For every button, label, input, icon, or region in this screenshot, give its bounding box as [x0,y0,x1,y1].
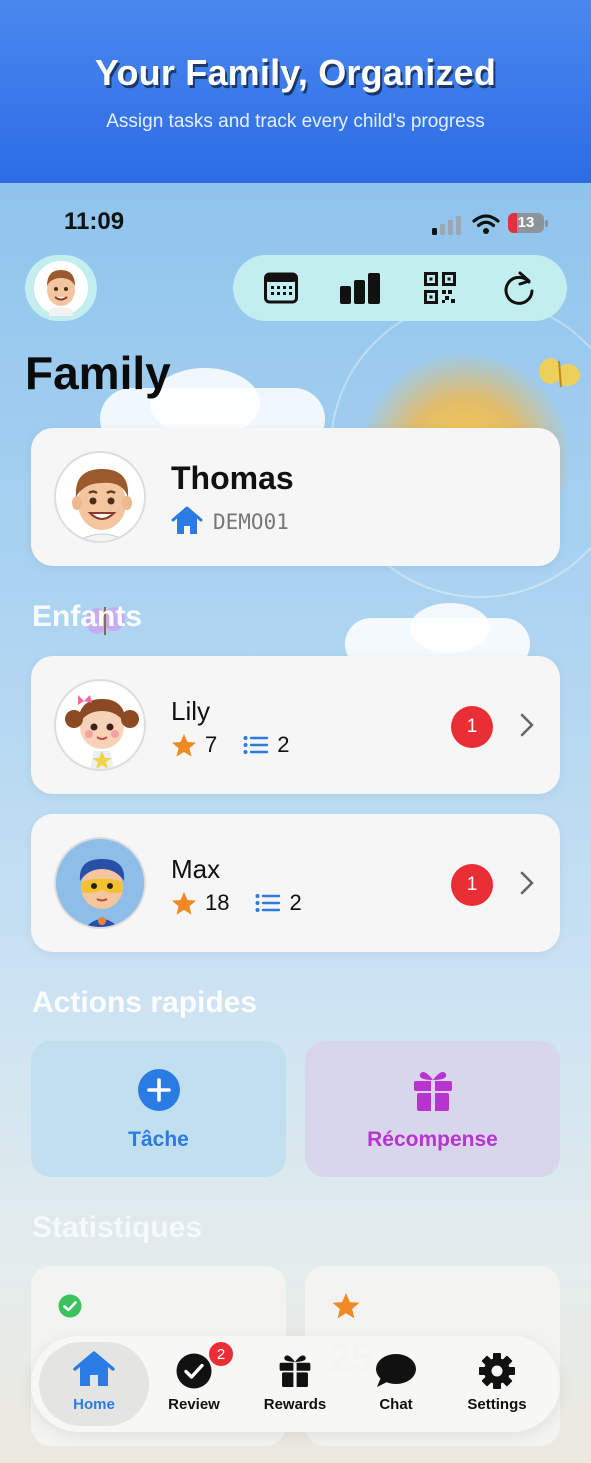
checkmark-circle-icon [58,1294,82,1318]
profile-avatar-button[interactable] [25,255,97,321]
home-icon [171,506,203,534]
tab-label: Settings [467,1396,527,1413]
qr-code-icon [423,272,456,304]
child-stats: 7 2 [171,732,316,758]
tab-label: Review [168,1396,220,1413]
add-reward-button[interactable]: Récompense [305,1041,560,1177]
calendar-icon [263,272,298,304]
chevron-right-icon [520,713,534,737]
tasks-stat: 2 [243,732,290,758]
refresh-button[interactable] [491,260,547,316]
child-name: Max [171,854,221,884]
page-title: Family [25,347,171,399]
status-icons: 13 [432,211,552,237]
quick-actions-title: Actions rapides [32,986,258,1019]
bottom-tab-bar: Home Review 2 Rewards Chat Settings [31,1336,560,1432]
pending-badge: 1 [451,706,493,748]
girl-avatar-icon [65,695,139,769]
stars-count: 18 [205,890,230,915]
add-task-button[interactable]: Tâche [31,1041,286,1177]
stars-stat: 7 [171,732,217,758]
child-card-max[interactable]: Max 18 2 1 [31,814,560,952]
statistics-button[interactable] [332,260,388,316]
tasks-count: 2 [289,890,302,915]
plus-circle-icon [137,1069,180,1111]
cloud-decoration [410,603,490,653]
star-icon [172,733,196,757]
battery-tip [545,220,548,227]
child-card-lily[interactable]: Lily 7 2 1 [31,656,560,794]
phone-screen: 11:09 13 Family Thomas DEMO01 Enfants Li… [0,183,591,1463]
family-code: DEMO01 [213,510,289,534]
statistics-title: Statistiques [32,1211,203,1244]
gift-icon [279,1355,311,1387]
child-name: Lily [171,696,211,726]
stars-count: 7 [205,732,218,757]
child-avatar-max [54,837,146,929]
reward-label: Récompense [367,1128,498,1151]
top-toolbar [233,255,567,321]
star-icon [172,891,196,915]
stars-stat: 18 [171,890,229,916]
qr-code-button[interactable] [412,260,468,316]
tab-chat[interactable]: Chat [346,1336,446,1432]
calendar-button[interactable] [253,260,309,316]
checkmark-circle-icon [176,1353,212,1389]
chat-bubble-icon [376,1354,416,1387]
boy-hero-avatar-icon [56,839,144,927]
battery-icon: 13 [508,213,544,233]
list-icon [255,894,281,912]
parent-card[interactable]: Thomas DEMO01 [31,428,560,566]
tab-settings[interactable]: Settings [447,1336,547,1432]
tab-home[interactable]: Home [39,1342,149,1426]
tab-rewards[interactable]: Rewards [245,1336,345,1432]
review-badge: 2 [207,1340,235,1368]
bar-chart-icon [340,273,381,304]
tasks-stat: 2 [255,890,302,916]
child-avatar-lily [54,679,146,771]
parent-avatar [54,451,146,543]
tab-label: Home [73,1396,115,1413]
children-section-title: Enfants [32,600,143,633]
banner-title: Your Family, Organized [94,52,497,93]
star-icon [332,1293,360,1319]
tab-label: Chat [379,1396,413,1413]
tasks-count: 2 [277,732,290,757]
battery-level: 13 [517,214,535,231]
gear-icon [479,1353,515,1389]
task-label: Tâche [128,1128,189,1151]
cellular-signal-icon [432,216,461,235]
pending-badge: 1 [451,864,493,906]
father-avatar-icon [72,469,132,541]
status-time: 11:09 [64,208,125,235]
child-stats: 18 2 [171,890,328,916]
banner-subtitle: Assign tasks and track every child's pro… [106,111,485,132]
gift-icon [413,1072,452,1111]
parent-name: Thomas [171,460,294,496]
home-icon [73,1351,115,1386]
promo-banner: Your Family, Organized Assign tasks and … [0,0,591,183]
butterfly-decoration [539,358,580,388]
father-avatar-icon [34,261,88,316]
tab-label: Rewards [263,1396,327,1413]
refresh-icon [504,271,534,305]
list-icon [243,736,269,754]
wifi-icon [472,214,500,234]
chevron-right-icon [520,871,534,895]
